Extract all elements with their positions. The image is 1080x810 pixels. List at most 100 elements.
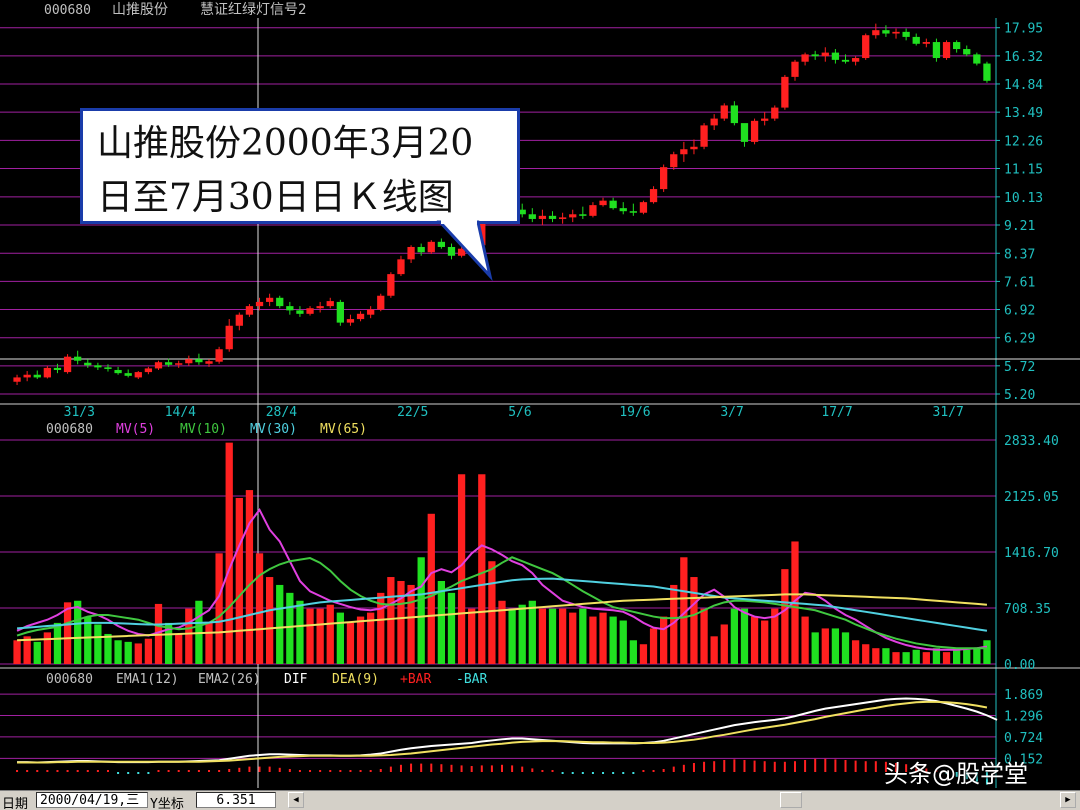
macd-bar [157, 770, 160, 772]
volume-bar [538, 608, 547, 664]
candle-body [771, 107, 779, 119]
price-tick-label: 14.84 [1004, 78, 1043, 93]
volume-tick-label: 1416.70 [1004, 546, 1059, 561]
candle-body [953, 42, 961, 50]
candle-body [528, 214, 536, 219]
candle-body [53, 367, 62, 370]
volume-bar [346, 622, 355, 664]
macd-bar [531, 768, 534, 772]
watermark-text: 头条@股学堂 [884, 760, 1028, 788]
macd-bar [834, 759, 837, 772]
candle-body [265, 297, 274, 302]
scroll-right-button[interactable]: ▶ [1060, 792, 1076, 808]
candle-body [963, 49, 971, 55]
macd-bar [329, 770, 332, 772]
volume-bar [548, 608, 557, 664]
candle-body [336, 301, 344, 323]
macd-bar [137, 772, 140, 774]
scroll-left-button[interactable]: ◀ [288, 792, 304, 808]
volume-bar [579, 608, 587, 664]
candle-body [225, 325, 233, 350]
macd-bar [662, 769, 665, 772]
volume-bar [528, 600, 536, 664]
candle-body [215, 349, 223, 362]
volume-bar [589, 616, 597, 664]
macd-bar [248, 766, 251, 772]
volume-bar [457, 474, 466, 664]
candle-body [932, 42, 941, 59]
volume-bar [276, 584, 284, 664]
volume-bar [882, 648, 890, 664]
candle-body [13, 377, 21, 382]
macd-bar [238, 767, 241, 772]
macd-bar [399, 764, 402, 772]
scrollbar-thumb[interactable] [780, 792, 802, 808]
macd-bar [713, 761, 716, 772]
candle-body [619, 208, 627, 212]
macd-bar [66, 770, 69, 772]
macd-line [17, 700, 988, 764]
macd-bar [379, 769, 382, 772]
candle-body [326, 301, 334, 307]
macd-bar [369, 770, 372, 772]
volume-bar [649, 628, 658, 664]
price-tick-label: 5.72 [1004, 360, 1035, 375]
candle-body [710, 118, 718, 126]
macd-bar [460, 765, 463, 772]
macd-bar [773, 761, 776, 772]
macd-bar [632, 772, 635, 774]
macd-bar [187, 770, 190, 772]
volume-bar [255, 553, 264, 664]
macd-bar [783, 761, 786, 772]
volume-bar [862, 644, 870, 664]
price-tick-label: 10.13 [1004, 191, 1043, 206]
volume-bar [841, 632, 850, 664]
macd-bar [268, 766, 271, 772]
candle-body [902, 31, 910, 37]
volume-tick-label: 2125.05 [1004, 490, 1059, 505]
volume-bar [629, 640, 637, 664]
volume-bar [872, 648, 880, 664]
macd-bar [228, 769, 231, 772]
macd-bar [763, 761, 766, 772]
candle-body [447, 246, 456, 256]
volume-bar [599, 612, 607, 664]
macd-panel-code: 000680 [46, 672, 93, 687]
macd-bar [571, 772, 574, 774]
candle-body [144, 368, 153, 373]
legend-mv30: MV(30) [250, 422, 297, 437]
macd-bar [480, 765, 483, 772]
candle-body [862, 35, 870, 59]
chart-annotation-box: 山推股份2000年3月20 日至7月30日日Ｋ线图 [80, 108, 520, 224]
volume-tick-label: 2833.40 [1004, 434, 1059, 449]
volume-bar [114, 640, 122, 664]
macd-lines [16, 697, 998, 785]
date-tick-label: 5/6 [508, 405, 531, 420]
volume-bar [265, 577, 274, 664]
volume-panel-code: 000680 [46, 422, 93, 437]
macd-bar [86, 770, 89, 772]
volume-bar [660, 616, 668, 664]
macd-bar [208, 770, 211, 772]
annotation-line-2: 日至7月30日日Ｋ线图 [97, 177, 454, 218]
price-tick-label: 6.92 [1004, 304, 1035, 319]
macd-bar [440, 764, 443, 772]
status-date-value: 2000/04/19,三 [36, 792, 148, 808]
macd-bar [581, 772, 584, 774]
date-tick-label: 22/5 [397, 405, 428, 420]
macd-bar [76, 770, 79, 772]
candle-body [579, 214, 587, 216]
stock-chart-window: 17.95 16.32 14.84 13.49 12.26 11.15 10.13 9.21 8… [0, 0, 1080, 810]
macd-bar [430, 763, 433, 772]
candle-body [811, 54, 819, 57]
volume-bars [13, 442, 991, 664]
macd-bar [410, 763, 413, 772]
candle-body [558, 217, 567, 219]
volume-bar [235, 497, 243, 664]
macd-bar [389, 766, 392, 772]
volume-bar [518, 604, 526, 664]
legend-minus-bar: -BAR [456, 672, 487, 687]
volume-bar [124, 641, 132, 664]
volume-bar [316, 608, 324, 664]
macd-bar [612, 772, 615, 774]
